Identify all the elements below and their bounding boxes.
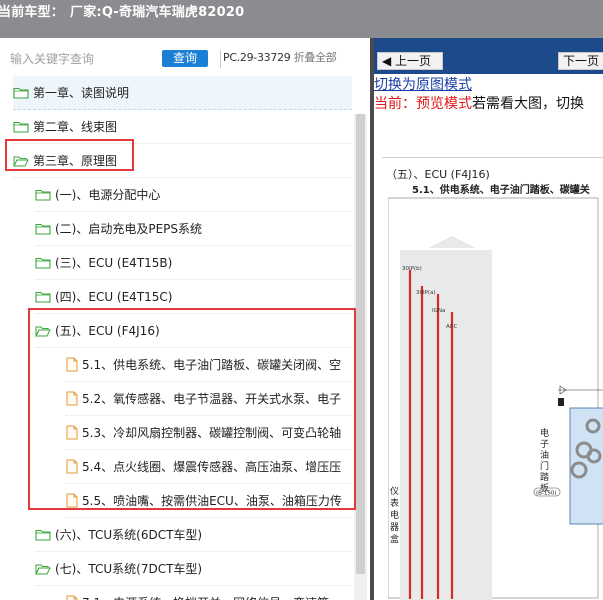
page-icon	[66, 493, 78, 508]
tree-folder-item[interactable]: (四)、ECU (E4T15C)	[35, 280, 352, 314]
tree-page-item[interactable]: 5.1、供电系统、电子油门踏板、碳罐关闭阀、空	[66, 348, 352, 382]
folder-icon	[35, 257, 51, 269]
next-page-button[interactable]: 下一页	[558, 52, 603, 70]
query-button[interactable]: 查询	[162, 50, 208, 67]
window-title: 当前车型： 厂家:Q-奇瑞汽车瑞虎82020	[0, 5, 245, 20]
tree-folder-item[interactable]: 第三章、原理图	[13, 144, 352, 178]
search-input[interactable]	[10, 49, 155, 69]
folder-open-icon	[35, 325, 51, 337]
catalog-panel: 查询 PC.29-33729 折叠全部 第一章、读图说明第二章、线束图第三章、原…	[0, 38, 370, 600]
tree-folder-item[interactable]: (一)、电源分配中心	[35, 178, 352, 212]
page-icon	[66, 357, 78, 372]
tree-item-label: (四)、ECU (E4T15C)	[55, 290, 173, 304]
tree-item-label: (七)、TCU系统(7DCT车型)	[55, 562, 203, 576]
folder-open-icon	[13, 155, 29, 167]
tree-page-item[interactable]: 5.5、喷油嘴、按需供油ECU、油泵、油箱压力传	[66, 484, 352, 518]
tree-item-label: 第二章、线束图	[33, 120, 118, 134]
folder-icon	[13, 121, 29, 133]
prev-page-button[interactable]: ◀ 上一页	[377, 52, 443, 70]
tree-folder-item[interactable]: 第二章、线束图	[13, 110, 352, 144]
tree-item-label: 5.4、点火线圈、爆震传感器、高压油泵、增压压	[82, 460, 342, 474]
fuse-box-block	[400, 250, 492, 600]
tree-folder-item[interactable]: (七)、TCU系统(7DCT车型)	[35, 552, 352, 586]
viewer-panel: ◀ 上一页 下一页 切换为原图模式 当前：预览模式若需看大图，切换 （五）、EC…	[374, 38, 603, 600]
title-bar: 当前车型： 厂家:Q-奇瑞汽车瑞虎82020	[0, 0, 603, 38]
folder-icon	[35, 529, 51, 541]
tree-folder-item[interactable]: (三)、ECU (E4T15B)	[35, 246, 352, 280]
tree-item-label: 第一章、读图说明	[33, 86, 130, 100]
schematic-preview[interactable]: （五）、ECU (F4J16) 5.1、供电系统、电子油门踏板、碳罐关 30IP…	[382, 157, 603, 600]
schematic-diagram: 30IP(b) 30IP(a) IGNa ACC 仪表电器盒 电子油门踏板 (B…	[388, 197, 603, 600]
tree-folder-item[interactable]: (五)、ECU (F4J16)	[35, 314, 352, 348]
pedal-label: 电子油门踏板	[540, 427, 549, 494]
folder-icon	[35, 291, 51, 303]
tree-scrollbar[interactable]	[354, 114, 367, 600]
tree-item-label: (六)、TCU系统(6DCT车型)	[55, 528, 203, 542]
tree-item-label: 7.1、电源系统、换挡开关、网络信号、变速箱	[82, 594, 329, 600]
current-mode-line: 当前：预览模式若需看大图，切换	[374, 96, 584, 112]
page-icon	[66, 425, 78, 440]
folder-icon	[13, 87, 29, 99]
fuse-box-label: 仪表电器盒	[390, 486, 399, 545]
page-icon	[66, 459, 78, 474]
tree-item-label: 5.5、喷油嘴、按需供油ECU、油泵、油箱压力传	[82, 494, 342, 508]
scroll-thumb[interactable]	[356, 114, 365, 574]
tree-item-label: (三)、ECU (E4T15B)	[55, 256, 173, 270]
page-icon	[66, 595, 78, 600]
search-separator	[220, 50, 221, 68]
tree-item-label: 5.2、氧传感器、电子节温器、开关式水泵、电子	[82, 392, 342, 406]
tree-folder-item[interactable]: (六)、TCU系统(6DCT车型)	[35, 518, 352, 552]
folder-icon	[35, 189, 51, 201]
search-bar: 查询 PC.29-33729 折叠全部	[0, 38, 370, 76]
viewer-toolbar: ◀ 上一页 下一页	[374, 38, 603, 74]
tree-page-item[interactable]: 7.1、电源系统、换挡开关、网络信号、变速箱	[66, 586, 352, 600]
tree-page-item[interactable]: 5.2、氧传感器、电子节温器、开关式水泵、电子	[66, 382, 352, 416]
wire-label: ACC	[446, 324, 458, 330]
tree-item-label: (五)、ECU (F4J16)	[55, 324, 160, 338]
tree-page-item[interactable]: 5.4、点火线圈、爆震传感器、高压油泵、增压压	[66, 450, 352, 484]
wire-label: 30IP(a)	[416, 290, 436, 296]
app-window: 当前车型：厂家:Q-奇瑞汽车瑞虎82020 查询 PC.29-33729 折叠全…	[0, 0, 603, 600]
tree-page-item[interactable]: 5.3、冷却风扇控制器、碳罐控制阀、可变凸轮轴	[66, 416, 352, 450]
pc-range-label: PC.29-33729 折叠全部	[223, 51, 337, 64]
tree-item-label: 5.3、冷却风扇控制器、碳罐控制阀、可变凸轮轴	[82, 426, 342, 440]
tree-item-label: 5.1、供电系统、电子油门踏板、碳罐关闭阀、空	[82, 358, 342, 372]
folder-icon	[35, 223, 51, 235]
tree-item-label: (二)、启动充电及PEPS系统	[55, 222, 203, 236]
wire-label: 30IP(b)	[402, 266, 422, 272]
folder-open-icon	[35, 563, 51, 575]
tree-folder-item[interactable]: (二)、启动充电及PEPS系统	[35, 212, 352, 246]
fold-all-link[interactable]: 折叠全部	[294, 51, 337, 64]
wire-label: IGNa	[432, 308, 445, 314]
switch-original-mode-link[interactable]: 切换为原图模式	[374, 74, 472, 94]
page-icon	[66, 391, 78, 406]
schematic-title: （五）、ECU (F4J16)	[386, 168, 490, 181]
tree-item-label: (一)、电源分配中心	[55, 188, 161, 202]
pedal-code: (B-150)	[536, 491, 557, 497]
tree-folder-item[interactable]: 第一章、读图说明	[13, 76, 352, 110]
tree-item-label: 第三章、原理图	[33, 154, 118, 168]
